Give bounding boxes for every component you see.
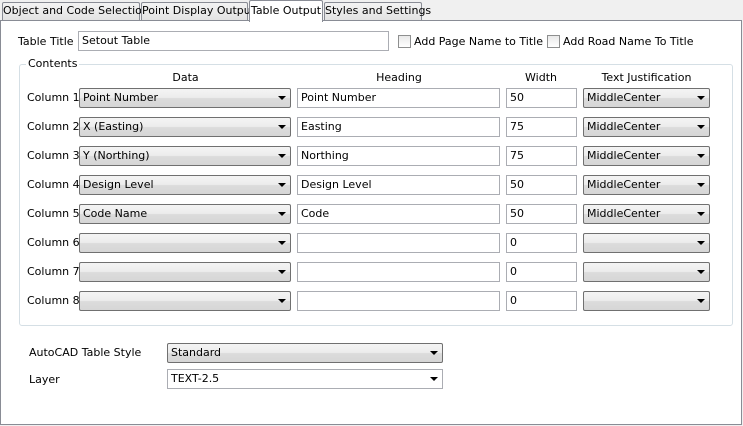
chevron-down-icon <box>697 96 705 100</box>
heading-column-header: Heading <box>376 71 422 84</box>
column-3-data-value: Y (Northing) <box>83 149 150 162</box>
table-style-value: Standard <box>171 346 222 359</box>
column-5-data-value: Code Name <box>83 207 148 220</box>
chevron-down-icon <box>697 212 705 216</box>
chevron-down-icon <box>697 299 705 303</box>
column-3-data-select[interactable]: Y (Northing) <box>79 146 291 166</box>
column-8-width-input[interactable]: 0 <box>506 291 577 311</box>
justification-column-header: Text Justification <box>601 71 692 84</box>
column-5-justification-select[interactable]: MiddleCenter <box>583 204 710 224</box>
column-2-justification-select[interactable]: MiddleCenter <box>583 117 710 137</box>
column-2-data-select[interactable]: X (Easting) <box>79 117 291 137</box>
column-4-data-value: Design Level <box>83 178 154 191</box>
column-3-width-input[interactable]: 75 <box>506 146 577 166</box>
column-5-heading-input[interactable]: Code <box>297 204 500 224</box>
column-4-justification-select[interactable]: MiddleCenter <box>583 175 710 195</box>
column-5-label: Column 5 <box>27 207 80 220</box>
chevron-down-icon <box>278 212 286 216</box>
chevron-down-icon <box>278 299 286 303</box>
tab-table-output[interactable]: Table Output <box>249 0 323 22</box>
column-4-data-select[interactable]: Design Level <box>79 175 291 195</box>
column-6-width-input[interactable]: 0 <box>506 233 577 253</box>
table-title-label: Table Title <box>18 35 74 48</box>
column-6-heading-input[interactable] <box>297 233 500 253</box>
column-2-justification-value: MiddleCenter <box>587 120 661 133</box>
column-7-justification-select[interactable] <box>583 262 710 282</box>
chevron-down-icon <box>278 125 286 129</box>
column-8-label: Column 8 <box>27 294 80 307</box>
column-1-width-input[interactable]: 50 <box>506 88 577 108</box>
column-7-heading-input[interactable] <box>297 262 500 282</box>
column-5-justification-value: MiddleCenter <box>587 207 661 220</box>
chevron-down-icon <box>697 125 705 129</box>
column-7-width-input[interactable]: 0 <box>506 262 577 282</box>
add-page-name-label: Add Page Name to Title <box>414 35 543 48</box>
chevron-down-icon <box>278 241 286 245</box>
column-2-width-input[interactable]: 75 <box>506 117 577 137</box>
chevron-down-icon <box>697 241 705 245</box>
chevron-down-icon <box>697 154 705 158</box>
column-1-label: Column 1 <box>27 91 80 104</box>
chevron-down-icon <box>278 96 286 100</box>
column-4-heading-input[interactable]: Design Level <box>297 175 500 195</box>
data-column-header: Data <box>172 71 199 84</box>
column-4-label: Column 4 <box>27 178 80 191</box>
add-page-name-checkbox[interactable] <box>398 35 411 48</box>
column-1-justification-value: MiddleCenter <box>587 91 661 104</box>
column-7-data-select[interactable] <box>79 262 291 282</box>
column-5-width-input[interactable]: 50 <box>506 204 577 224</box>
tab-object-and-code-selection[interactable]: Object and Code Selection <box>2 2 149 20</box>
column-5-data-select[interactable]: Code Name <box>79 204 291 224</box>
column-1-heading-input[interactable]: Point Number <box>297 88 500 108</box>
chevron-down-icon <box>430 351 438 355</box>
layer-select[interactable]: TEXT-2.5 <box>167 369 443 389</box>
column-4-justification-value: MiddleCenter <box>587 178 661 191</box>
tab-point-display-output[interactable]: Point Display Output <box>141 2 255 20</box>
tab-styles-and-settings[interactable]: Styles and Settings <box>324 2 431 20</box>
column-7-label: Column 7 <box>27 265 80 278</box>
add-road-name-label: Add Road Name To Title <box>563 35 694 48</box>
table-style-label: AutoCAD Table Style <box>29 346 142 359</box>
column-2-data-value: X (Easting) <box>83 120 144 133</box>
column-3-label: Column 3 <box>27 149 80 162</box>
column-2-label: Column 2 <box>27 120 80 133</box>
column-8-heading-input[interactable] <box>297 291 500 311</box>
column-2-heading-input[interactable]: Easting <box>297 117 500 137</box>
column-3-heading-input[interactable]: Northing <box>297 146 500 166</box>
column-1-data-select[interactable]: Point Number <box>79 88 291 108</box>
chevron-down-icon <box>278 154 286 158</box>
table-title-input[interactable]: Setout Table <box>78 31 389 51</box>
chevron-down-icon <box>430 377 438 381</box>
chevron-down-icon <box>697 270 705 274</box>
column-3-justification-value: MiddleCenter <box>587 149 661 162</box>
column-8-data-select[interactable] <box>79 291 291 311</box>
chevron-down-icon <box>697 183 705 187</box>
column-4-width-input[interactable]: 50 <box>506 175 577 195</box>
column-3-justification-select[interactable]: MiddleCenter <box>583 146 710 166</box>
chevron-down-icon <box>278 183 286 187</box>
table-style-select[interactable]: Standard <box>167 343 443 363</box>
chevron-down-icon <box>278 270 286 274</box>
layer-label: Layer <box>29 373 60 386</box>
column-8-justification-select[interactable] <box>583 291 710 311</box>
layer-value: TEXT-2.5 <box>171 372 220 385</box>
add-road-name-checkbox[interactable] <box>547 35 560 48</box>
column-6-label: Column 6 <box>27 236 80 249</box>
tab-bar: Object and Code Selection Point Display … <box>0 0 743 22</box>
column-1-data-value: Point Number <box>83 91 158 104</box>
column-6-data-select[interactable] <box>79 233 291 253</box>
column-1-justification-select[interactable]: MiddleCenter <box>583 88 710 108</box>
width-column-header: Width <box>525 71 557 84</box>
column-6-justification-select[interactable] <box>583 233 710 253</box>
contents-group-legend: Contents <box>26 57 80 71</box>
